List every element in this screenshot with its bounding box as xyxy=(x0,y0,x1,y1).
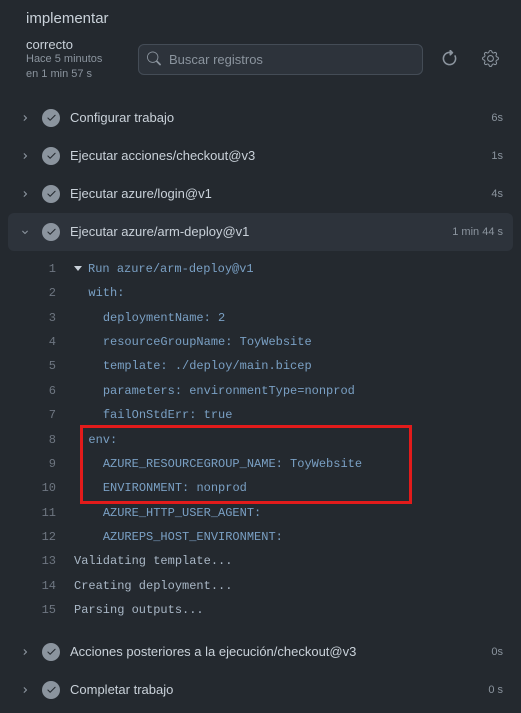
step-label: Ejecutar azure/arm-deploy@v1 xyxy=(70,224,442,239)
log-line: 4 resourceGroupName: ToyWebsite xyxy=(8,330,513,354)
line-number: 8 xyxy=(20,430,74,450)
step-label: Ejecutar acciones/checkout@v3 xyxy=(70,148,481,163)
step-label: Acciones posteriores a la ejecución/chec… xyxy=(70,644,481,659)
line-number: 15 xyxy=(20,600,74,620)
chevron-right-icon xyxy=(18,684,32,696)
search-wrap xyxy=(138,44,423,75)
refresh-icon xyxy=(441,50,458,70)
check-circle-icon xyxy=(42,109,60,127)
line-number: 5 xyxy=(20,356,74,376)
line-number: 14 xyxy=(20,576,74,596)
line-text: AZURE_HTTP_USER_AGENT: xyxy=(74,503,261,523)
log-output: 1Run azure/arm-deploy@v12 with:3 deploym… xyxy=(8,251,513,633)
step-duration: 0 s xyxy=(488,684,503,696)
refresh-button[interactable] xyxy=(435,44,464,76)
log-line: 2 with: xyxy=(8,281,513,305)
line-text: template: ./deploy/main.bicep xyxy=(74,356,312,376)
log-line: 12 AZUREPS_HOST_ENVIRONMENT: xyxy=(8,525,513,549)
log-line: 3 deploymentName: 2 xyxy=(8,306,513,330)
step-duration: 0s xyxy=(491,646,503,658)
step-label: Ejecutar azure/login@v1 xyxy=(70,186,481,201)
line-number: 1 xyxy=(20,259,74,279)
check-circle-icon xyxy=(42,185,60,203)
step-list: Configurar trabajo 6s Ejecutar acciones/ch… xyxy=(0,95,521,713)
step-row[interactable]: Completar trabajo 0 s xyxy=(8,671,513,709)
line-text: parameters: environmentType=nonprod xyxy=(74,381,355,401)
line-text: AZURE_RESOURCEGROUP_NAME: ToyWebsite xyxy=(74,454,362,474)
log-line: 9 AZURE_RESOURCEGROUP_NAME: ToyWebsite xyxy=(8,452,513,476)
log-line: 5 template: ./deploy/main.bicep xyxy=(8,354,513,378)
chevron-right-icon xyxy=(18,188,32,200)
search-input[interactable] xyxy=(138,44,423,75)
check-circle-icon xyxy=(42,223,60,241)
log-line: 13Validating template... xyxy=(8,549,513,573)
line-number: 6 xyxy=(20,381,74,401)
chevron-right-icon xyxy=(18,112,32,124)
status-duration: en 1 min 57 s xyxy=(26,67,126,82)
step-duration: 1 min 44 s xyxy=(452,226,503,238)
caret-down-icon xyxy=(74,266,82,271)
line-text: deploymentName: 2 xyxy=(74,308,225,328)
line-number: 12 xyxy=(20,527,74,547)
line-text: AZUREPS_HOST_ENVIRONMENT: xyxy=(74,527,283,547)
log-line: 14Creating deployment... xyxy=(8,574,513,598)
line-number: 4 xyxy=(20,332,74,352)
log-line: 8 env: xyxy=(8,428,513,452)
line-text: Validating template... xyxy=(74,551,232,571)
line-text: Parsing outputs... xyxy=(74,600,204,620)
log-line: 11 AZURE_HTTP_USER_AGENT: xyxy=(8,501,513,525)
step-row[interactable]: Acciones posteriores a la ejecución/chec… xyxy=(8,633,513,671)
line-number: 7 xyxy=(20,405,74,425)
line-text: Run azure/arm-deploy@v1 xyxy=(74,259,254,279)
page-title: implementar xyxy=(26,10,505,27)
chevron-right-icon xyxy=(18,646,32,658)
step-row[interactable]: Ejecutar azure/arm-deploy@v1 1 min 44 s xyxy=(8,213,513,251)
chevron-right-icon xyxy=(18,150,32,162)
check-circle-icon xyxy=(42,643,60,661)
step-row[interactable]: Ejecutar azure/login@v1 4s xyxy=(8,175,513,213)
step-duration: 4s xyxy=(491,188,503,200)
line-number: 9 xyxy=(20,454,74,474)
header: implementar correcto Hace 5 minutos en 1… xyxy=(0,0,521,95)
gear-icon xyxy=(482,50,499,70)
line-text: ENVIRONMENT: nonprod xyxy=(74,478,247,498)
status-block: correcto Hace 5 minutos en 1 min 57 s xyxy=(26,37,126,83)
log-line: 6 parameters: environmentType=nonprod xyxy=(8,379,513,403)
chevron-down-icon xyxy=(18,226,32,238)
log-line: 10 ENVIRONMENT: nonprod xyxy=(8,476,513,500)
line-text: with: xyxy=(74,283,124,303)
line-number: 3 xyxy=(20,308,74,328)
step-row[interactable]: Ejecutar acciones/checkout@v3 1s xyxy=(8,137,513,175)
step-duration: 6s xyxy=(491,112,503,124)
step-label: Completar trabajo xyxy=(70,682,478,697)
check-circle-icon xyxy=(42,147,60,165)
header-row: correcto Hace 5 minutos en 1 min 57 s xyxy=(16,37,505,83)
check-circle-icon xyxy=(42,681,60,699)
step-row[interactable]: Configurar trabajo 6s xyxy=(8,99,513,137)
line-text: resourceGroupName: ToyWebsite xyxy=(74,332,312,352)
line-text: failOnStdErr: true xyxy=(74,405,232,425)
status-text: correcto xyxy=(26,37,126,52)
search-icon xyxy=(147,51,161,68)
line-number: 13 xyxy=(20,551,74,571)
log-line: 15Parsing outputs... xyxy=(8,598,513,622)
line-number: 11 xyxy=(20,503,74,523)
step-label: Configurar trabajo xyxy=(70,110,481,125)
status-time-ago: Hace 5 minutos xyxy=(26,52,126,67)
settings-button[interactable] xyxy=(476,44,505,76)
step-duration: 1s xyxy=(491,150,503,162)
line-text: Creating deployment... xyxy=(74,576,232,596)
line-number: 2 xyxy=(20,283,74,303)
line-number: 10 xyxy=(20,478,74,498)
log-line: 1Run azure/arm-deploy@v1 xyxy=(8,257,513,281)
line-text: env: xyxy=(74,430,117,450)
log-line: 7 failOnStdErr: true xyxy=(8,403,513,427)
